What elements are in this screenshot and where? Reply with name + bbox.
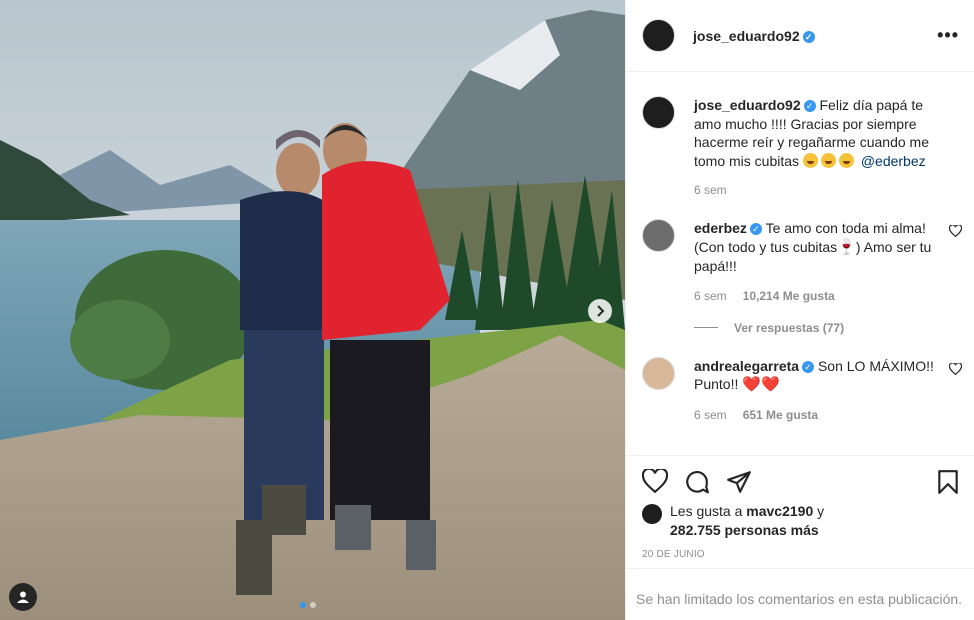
comment-likes[interactable]: 651 Me gusta: [743, 408, 818, 422]
carousel-dot: [310, 602, 316, 608]
comment-likes[interactable]: 10,214 Me gusta: [743, 289, 835, 303]
comments-limited-notice: Se han limitado los comentarios en esta …: [626, 568, 974, 620]
carousel-dot-active: [300, 602, 306, 608]
comment-item: ederbez ✓ Te amo con toda mi alma! (Con t…: [642, 219, 962, 335]
view-replies-label[interactable]: Ver respuestas (77): [734, 321, 844, 335]
post-header: jose_eduardo92 ✓ •••: [626, 0, 974, 72]
avatar[interactable]: [642, 19, 675, 52]
liked-by-user[interactable]: mavc2190: [746, 503, 813, 519]
liked-by-others[interactable]: 282.755 personas más: [670, 522, 819, 538]
comment-username[interactable]: ederbez: [694, 220, 747, 236]
caption-timestamp[interactable]: 6 sem: [694, 183, 727, 197]
caption-text: jose_eduardo92 ✓ Feliz día papá te amo mu…: [694, 96, 962, 170]
laughing-emoji-icon: [820, 152, 836, 168]
avatar[interactable]: [642, 219, 675, 252]
verified-badge-icon: ✓: [803, 100, 816, 112]
username-link[interactable]: jose_eduardo92: [693, 28, 800, 44]
more-options-icon[interactable]: •••: [937, 25, 959, 46]
action-bar: [626, 455, 974, 505]
comment-item: andrealegarreta ✓ Son LO MÁXIMO!! Punto!!…: [642, 356, 962, 422]
post-side-panel: jose_eduardo92 ✓ ••• jose_eduardo92 ✓ Feli…: [625, 0, 974, 620]
comment-timestamp[interactable]: 6 sem: [694, 289, 727, 303]
comment-username[interactable]: andrealegarreta: [694, 358, 799, 374]
verified-badge-icon: ✓: [802, 360, 815, 373]
likes-text: Les gusta a mavc2190 y 282.755 personas …: [670, 502, 824, 540]
replies-divider: [694, 327, 718, 328]
avatar[interactable]: [642, 96, 675, 129]
red-heart-emoji-icon: ❤️: [742, 376, 761, 393]
verified-badge-icon: ✓: [749, 223, 762, 235]
laughing-emoji-icon: [802, 152, 818, 168]
heart-icon[interactable]: [642, 469, 668, 493]
post-image: [0, 0, 625, 620]
red-heart-emoji-icon: ❤️: [760, 376, 780, 393]
caption-meta: 6 sem: [694, 183, 962, 197]
user-tag-button[interactable]: [9, 583, 37, 611]
likes-connector: y: [817, 503, 825, 519]
verified-badge-icon: ✓: [802, 30, 815, 43]
wine-glass-emoji-icon: 🍷: [837, 238, 856, 256]
post-date[interactable]: 20 DE JUNIO: [642, 549, 705, 560]
comment-icon[interactable]: [684, 469, 710, 495]
carousel-indicator: [300, 602, 316, 608]
next-photo-button[interactable]: [588, 299, 612, 323]
likes-summary: Les gusta a mavc2190 y 282.755 personas …: [642, 502, 824, 540]
user-tag-icon: [17, 591, 29, 603]
avatar[interactable]: [642, 356, 675, 390]
share-icon[interactable]: [726, 469, 752, 495]
view-replies-button[interactable]: Ver respuestas (77): [694, 321, 962, 335]
post-author-username[interactable]: jose_eduardo92 ✓: [693, 28, 815, 44]
comment-timestamp[interactable]: 6 sem: [694, 408, 727, 422]
comments-list: jose_eduardo92 ✓ Feliz día papá te amo mu…: [642, 96, 962, 422]
chevron-right-icon: [597, 305, 605, 317]
caption-mention[interactable]: @ederbez: [861, 153, 926, 169]
comment-meta: 6 sem 10,214 Me gusta: [694, 289, 962, 303]
comment-text: andrealegarreta ✓ Son LO MÁXIMO!! Punto!!…: [694, 357, 962, 395]
caption: jose_eduardo92 ✓ Feliz día papá te amo mu…: [642, 96, 962, 197]
bookmark-icon[interactable]: [936, 469, 960, 495]
post-photo[interactable]: [0, 0, 625, 620]
heart-icon[interactable]: [949, 362, 962, 375]
caption-username[interactable]: jose_eduardo92: [694, 97, 801, 113]
avatar[interactable]: [642, 504, 662, 524]
likes-prefix: Les gusta a: [670, 503, 743, 519]
comment-meta: 6 sem 651 Me gusta: [694, 408, 962, 422]
laughing-emoji-icon: [838, 152, 854, 168]
comment-text: ederbez ✓ Te amo con toda mi alma! (Con t…: [694, 219, 962, 276]
heart-icon[interactable]: [949, 225, 962, 237]
